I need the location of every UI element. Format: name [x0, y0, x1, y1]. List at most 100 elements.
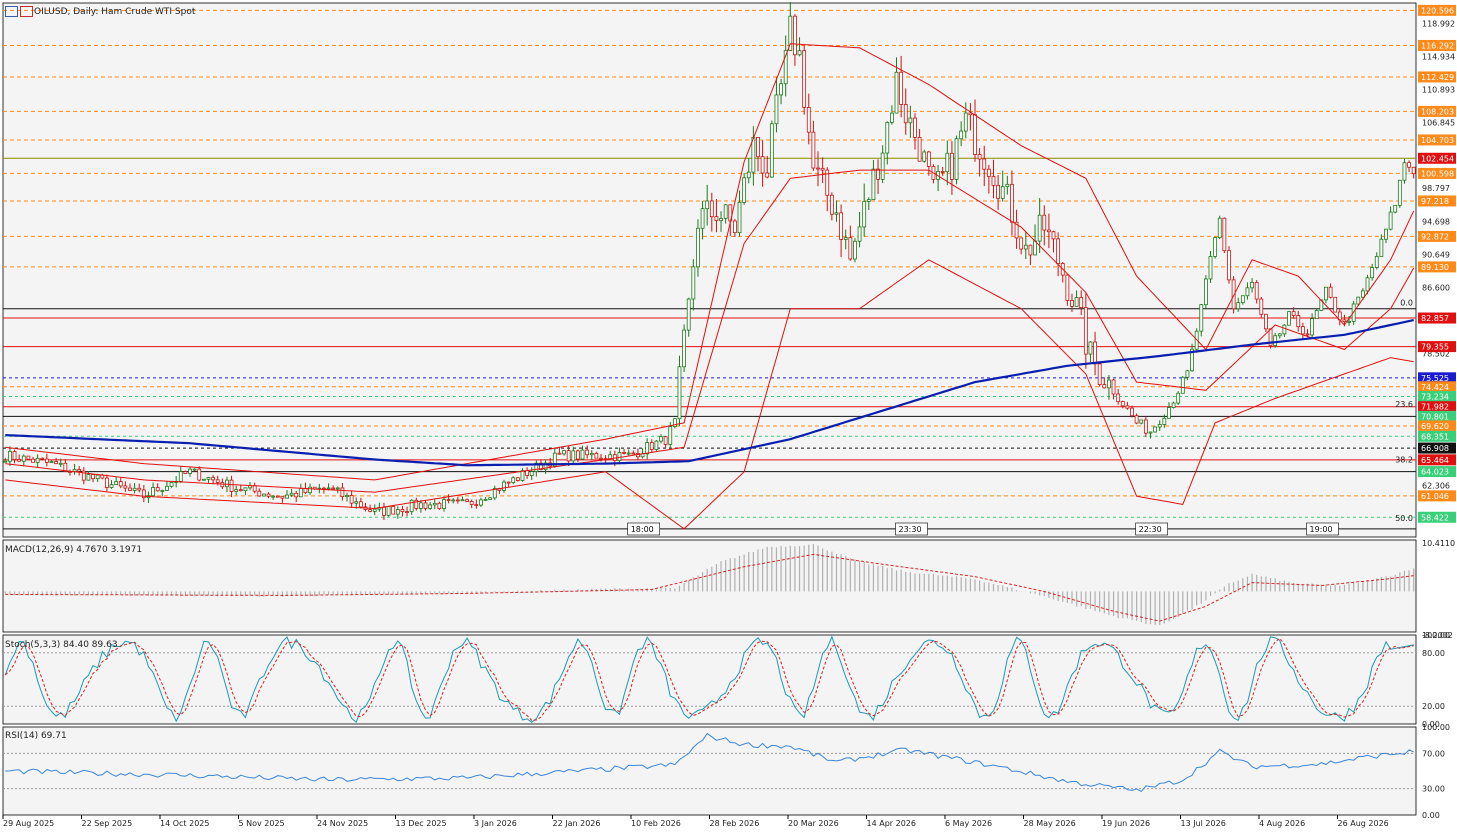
candle-body [645, 442, 650, 455]
candle-body [1051, 231, 1056, 240]
candle-body [211, 477, 216, 481]
candle-body [562, 450, 566, 455]
time-marker: 23:30 [899, 525, 922, 534]
candle-body [474, 504, 479, 506]
candle-body [123, 485, 128, 489]
candle-body [1254, 281, 1259, 300]
candle-body [137, 487, 142, 491]
price-label: 68.351 [1421, 432, 1449, 441]
candle-body [460, 499, 465, 502]
candle-body [1250, 281, 1254, 289]
candle-body [1287, 311, 1291, 326]
price-label: 64.023 [1421, 468, 1449, 477]
candle-body [1273, 335, 1278, 346]
candle-body [1028, 244, 1033, 256]
candle-body [188, 468, 192, 474]
candle-body [691, 266, 696, 300]
candle-body [857, 226, 862, 242]
price-label: 69.620 [1421, 422, 1449, 431]
x-tick-label: 29 Aug 2025 [3, 819, 54, 828]
price-label: 82.857 [1421, 314, 1449, 323]
candle-body [86, 474, 91, 481]
candle-body [732, 220, 737, 234]
candle-body [571, 450, 576, 462]
candle-body [959, 130, 964, 140]
chart-window-icon[interactable] [20, 6, 33, 17]
candle-body [797, 50, 802, 56]
candle-body [506, 481, 511, 484]
candle-body [1397, 179, 1402, 206]
x-tick-label: 22 Jan 2026 [553, 819, 601, 828]
y-tick-label: 114.934 [1422, 53, 1455, 62]
x-tick-label: 14 Apr 2026 [867, 819, 916, 828]
candle-body [1023, 244, 1028, 250]
candle-body [465, 499, 469, 502]
candle-body [165, 485, 169, 491]
candle-body [682, 329, 687, 368]
candle-body [885, 122, 890, 154]
candle-body [1296, 315, 1301, 328]
candle-body [714, 216, 719, 222]
candle-body [742, 177, 747, 203]
x-tick-label: 20 Mar 2026 [788, 819, 839, 828]
candle-body [1079, 297, 1084, 309]
x-tick-label: 22 Sep 2025 [82, 819, 133, 828]
candle-body [575, 450, 580, 460]
candle-body [432, 502, 437, 506]
candle-body [599, 457, 603, 460]
candle-body [1111, 379, 1116, 395]
x-tick-label: 28 May 2026 [1024, 819, 1076, 828]
candle-body [54, 461, 59, 465]
candle-body [769, 123, 774, 178]
candle-body [44, 458, 49, 463]
candle-body [1411, 166, 1416, 175]
y-tick-label: 90.649 [1422, 251, 1450, 260]
candle-body [677, 366, 682, 420]
y-tick-label: 98.797 [1422, 184, 1450, 193]
candle-body [12, 451, 17, 460]
candle-body [991, 175, 996, 186]
x-tick-label: 26 Aug 2026 [1338, 819, 1389, 828]
candle-body [580, 449, 585, 460]
candle-body [95, 474, 100, 480]
chart-list-icon[interactable] [5, 6, 18, 17]
candle-body [1342, 319, 1347, 323]
candle-body [1264, 313, 1268, 330]
candle-body [151, 487, 155, 497]
candle-body [1046, 229, 1051, 233]
candle-body [1000, 186, 1005, 199]
candle-body [566, 450, 571, 462]
candle-body [289, 492, 294, 496]
candle-body [894, 71, 899, 114]
candle-body [1116, 393, 1121, 402]
candle-body [104, 477, 109, 488]
stoch-tick: 80.00 [1422, 649, 1445, 658]
candle-body [1347, 320, 1351, 323]
candle-body [1324, 286, 1328, 301]
y-tick-label: 62.306 [1422, 482, 1450, 491]
candle-body [880, 152, 885, 180]
candle-body [1143, 419, 1148, 434]
candle-body [889, 112, 894, 123]
candle-body [1384, 228, 1388, 240]
candle-body [77, 469, 82, 472]
candle-body [977, 154, 982, 160]
candle-body [940, 170, 945, 173]
candle-body [49, 461, 54, 463]
candle-body [1217, 217, 1222, 238]
candle-body [829, 194, 834, 215]
price-label: 97.218 [1421, 197, 1449, 206]
candle-body [26, 455, 31, 460]
candle-body [1300, 326, 1305, 335]
candle-body [160, 490, 165, 492]
candle-body [1125, 405, 1130, 409]
candle-body [871, 168, 876, 201]
pane-macd [2, 539, 1417, 633]
candle-body [779, 83, 783, 96]
candle-body [589, 453, 594, 456]
price-label: 61.046 [1421, 492, 1449, 501]
candle-body [155, 487, 160, 492]
candle-body [354, 501, 359, 504]
candle-body [285, 494, 289, 499]
candle-body [756, 137, 760, 158]
